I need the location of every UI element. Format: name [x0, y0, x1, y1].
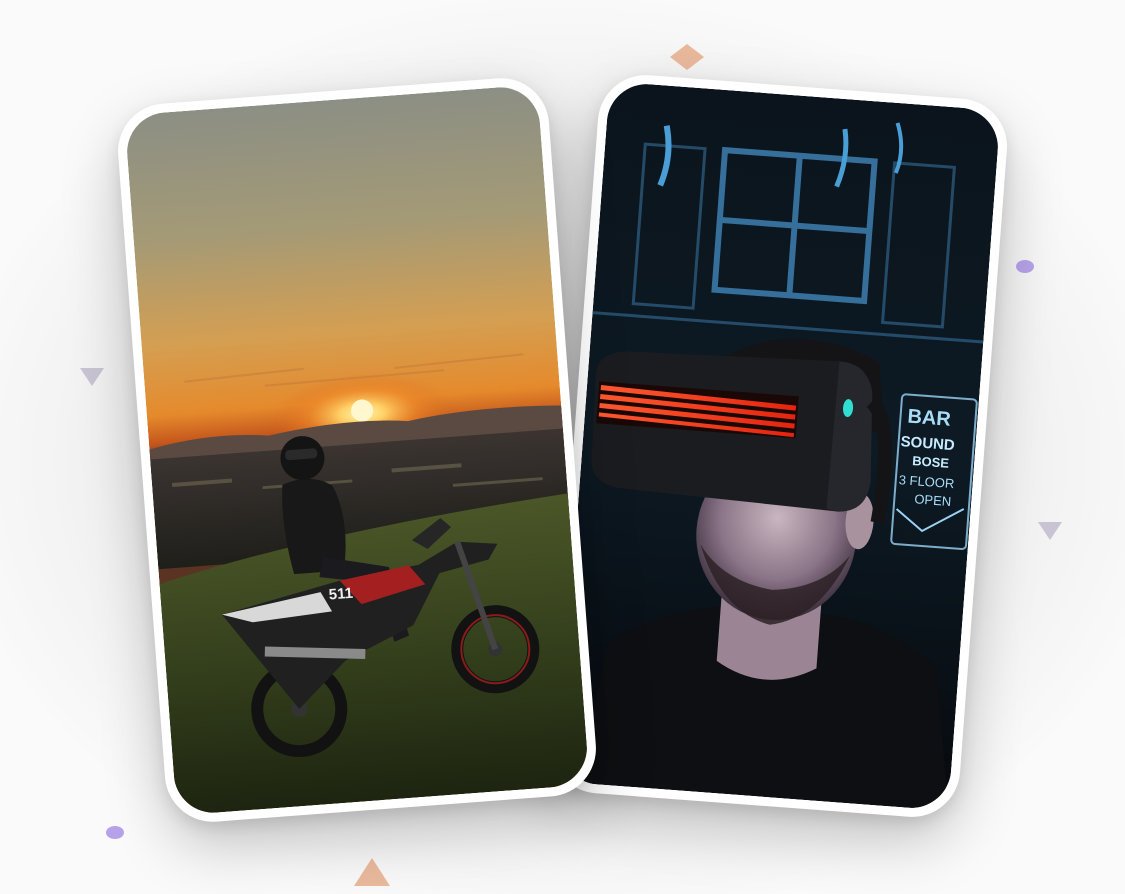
phone-card-sunset: 511	[114, 74, 600, 826]
sunset-photo: 511	[124, 84, 590, 816]
purple-dot-shape	[106, 826, 124, 839]
phone-card-vr: BAR SOUND BOSE 3 FLOOR OPEN	[547, 71, 1011, 821]
plate-number: 511	[328, 585, 353, 604]
sign-text-5: OPEN	[914, 491, 952, 509]
peach-diamond-shape	[670, 44, 704, 70]
gray-triangle-shape	[80, 368, 104, 386]
peach-triangle-shape	[354, 858, 390, 886]
sign-text-1: BAR	[907, 406, 952, 431]
vr-photo: BAR SOUND BOSE 3 FLOOR OPEN	[557, 81, 1001, 811]
showcase-stage: BAR SOUND BOSE 3 FLOOR OPEN 511	[0, 0, 1125, 894]
purple-dot-shape	[1016, 260, 1034, 273]
gray-triangle-shape	[1038, 522, 1062, 540]
sunset-illustration: 511	[124, 84, 590, 816]
vr-illustration: BAR SOUND BOSE 3 FLOOR OPEN	[557, 81, 1001, 811]
sign-text-3: BOSE	[912, 453, 950, 471]
